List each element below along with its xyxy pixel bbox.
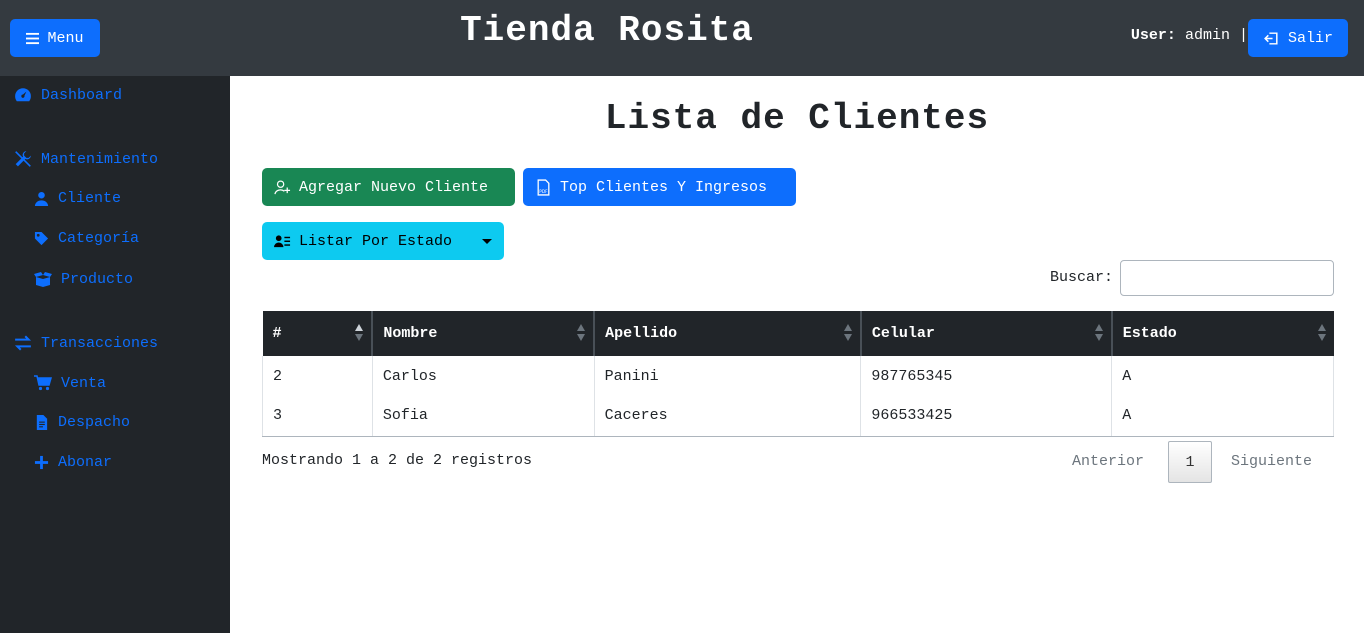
pagination-next[interactable]: Siguiente <box>1231 453 1312 470</box>
user-plus-icon <box>274 179 291 194</box>
add-client-button[interactable]: Agregar Nuevo Cliente <box>262 168 515 206</box>
cell-nombre: Sofia <box>371 396 595 437</box>
cell-estado: A <box>1111 396 1334 437</box>
sidebar-item-dashboard[interactable]: Dashboard <box>14 86 122 104</box>
app-title: Tienda Rosita <box>460 10 754 51</box>
pagination-previous[interactable]: Anterior <box>1072 453 1144 470</box>
sort-icon <box>1317 324 1326 342</box>
sidebar-label-producto: Producto <box>61 270 134 288</box>
document-icon <box>36 415 48 430</box>
sidebar-label-abonar: Abonar <box>58 454 113 471</box>
filter-by-status-dropdown[interactable]: Listar Por Estado <box>262 222 504 260</box>
cell-apellido: Caceres <box>593 396 861 437</box>
sort-icon <box>843 324 852 342</box>
sidebar-label-despacho: Despacho <box>58 414 131 431</box>
top-clients-label: Top Clientes Y Ingresos <box>560 178 768 196</box>
arrows-exchange-icon <box>14 335 32 351</box>
tag-icon <box>34 231 49 246</box>
top-clients-button[interactable]: PDF Top Clientes Y Ingresos <box>523 168 796 206</box>
table-row: 2 Carlos Panini 987765345 A <box>262 356 1334 396</box>
user-name: admin <box>1184 27 1230 44</box>
sidebar-label-categoria: Categoría <box>58 230 140 247</box>
sidebar-item-venta[interactable]: Venta <box>34 374 106 392</box>
sidebar-label-dashboard: Dashboard <box>41 86 123 104</box>
column-header-label: Estado <box>1122 325 1177 342</box>
logout-icon <box>1264 31 1278 45</box>
cell-id: 3 <box>262 396 373 437</box>
tools-icon <box>15 151 31 167</box>
logout-label: Salir <box>1287 29 1333 47</box>
sidebar-item-despacho[interactable]: Despacho <box>34 414 130 431</box>
column-header-apellido[interactable]: Apellido <box>593 311 861 356</box>
column-header-estado[interactable]: Estado <box>1110 311 1334 356</box>
user-info: User: admin | <box>1131 27 1248 44</box>
sidebar-item-cliente[interactable]: Cliente <box>34 190 121 207</box>
table-header-row: # Nombre Apellido Celular Estado <box>262 311 1334 356</box>
search-input[interactable] <box>1120 260 1334 296</box>
column-header-label: Apellido <box>605 325 678 342</box>
table-info: Mostrando 1 a 2 de 2 registros <box>262 452 533 469</box>
svg-text:PDF: PDF <box>539 188 548 194</box>
sort-icon <box>355 324 364 342</box>
column-header-nombre[interactable]: Nombre <box>371 311 595 356</box>
sort-icon <box>577 324 586 342</box>
speedometer-icon <box>15 88 31 102</box>
cell-id: 2 <box>262 356 373 396</box>
cell-celular: 966533425 <box>860 396 1112 437</box>
pagination-page-1[interactable]: 1 <box>1168 441 1212 483</box>
sidebar-label-cliente: Cliente <box>58 190 122 207</box>
add-client-label: Agregar Nuevo Cliente <box>299 178 489 196</box>
table-row: 3 Sofia Caceres 966533425 A <box>262 396 1334 437</box>
sidebar-item-producto[interactable]: Producto <box>34 270 133 288</box>
sidebar-item-categoria[interactable]: Categoría <box>34 230 139 247</box>
sidebar-item-abonar[interactable]: Abonar <box>34 454 112 471</box>
filter-by-status-label: Listar Por Estado <box>299 232 453 250</box>
user-separator: | <box>1238 27 1248 44</box>
column-header-id[interactable]: # <box>262 311 373 356</box>
plus-icon <box>34 455 49 470</box>
pdf-file-icon: PDF <box>537 178 550 196</box>
user-icon <box>34 191 49 206</box>
box-open-icon <box>34 272 52 287</box>
page-title: Lista de Clientes <box>604 98 990 139</box>
sidebar-label-venta: Venta <box>61 374 107 392</box>
cell-estado: A <box>1111 356 1334 396</box>
sidebar: Dashboard Mantenimiento Cliente Categorí… <box>0 76 230 633</box>
cell-nombre: Carlos <box>371 356 595 396</box>
column-header-celular[interactable]: Celular <box>859 311 1112 356</box>
sort-icon <box>1094 324 1103 342</box>
user-label: User: <box>1130 27 1176 44</box>
caret-down-icon <box>482 238 492 244</box>
sidebar-label-transacciones: Transacciones <box>41 334 159 352</box>
column-header-label: Nombre <box>383 325 438 342</box>
user-list-icon <box>274 234 291 247</box>
cell-celular: 987765345 <box>860 356 1112 396</box>
clients-table: # Nombre Apellido Celular Estado 2 Carlo… <box>262 311 1334 437</box>
sidebar-label-mantenimiento: Mantenimiento <box>41 150 159 168</box>
column-header-label: Celular <box>871 325 935 342</box>
logout-button[interactable]: Salir <box>1248 19 1348 57</box>
top-navbar: Menu Tienda Rosita User: admin | Salir <box>0 0 1364 76</box>
cell-apellido: Panini <box>593 356 861 396</box>
sidebar-item-mantenimiento[interactable]: Mantenimiento <box>14 150 158 168</box>
search-label: Buscar: <box>1050 269 1114 286</box>
column-header-label: # <box>272 325 282 342</box>
cart-icon <box>34 375 52 391</box>
sidebar-item-transacciones[interactable]: Transacciones <box>14 334 158 352</box>
